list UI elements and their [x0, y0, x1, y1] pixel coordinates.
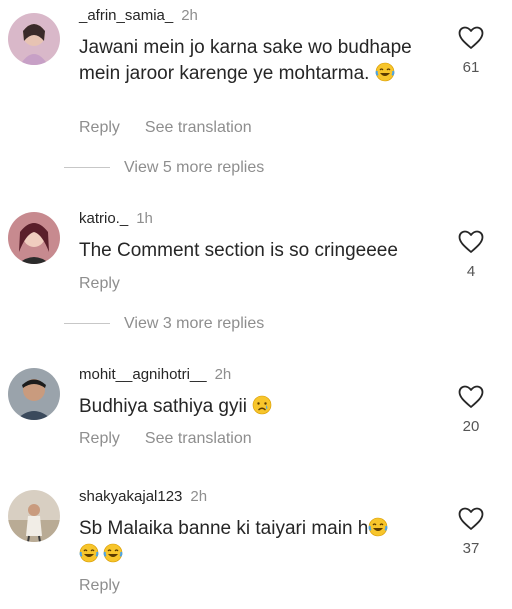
- like-count: 37: [462, 540, 480, 557]
- see-translation-button[interactable]: See translation: [145, 430, 252, 447]
- like-control: 4: [456, 230, 486, 280]
- username[interactable]: mohit__agnihotri__: [79, 366, 207, 383]
- laughing-tears-emoji-icon: [369, 517, 388, 537]
- reply-button[interactable]: Reply: [79, 430, 120, 447]
- heart-outline-icon[interactable]: [458, 507, 484, 531]
- comment-meta: _afrin_samia_ 2h: [79, 7, 198, 25]
- comment-meta: mohit__agnihotri__ 2h: [79, 366, 231, 384]
- view-more-replies[interactable]: View 5 more replies: [64, 159, 264, 177]
- timestamp: 1h: [136, 210, 153, 227]
- view-more-replies[interactable]: View 3 more replies: [64, 315, 264, 333]
- comment-text: The Comment section is so cringeeee: [79, 238, 419, 264]
- timestamp: 2h: [181, 7, 198, 24]
- like-count: 61: [462, 59, 480, 76]
- comment-body: Budhiya sathiya gyii: [79, 396, 247, 417]
- comment-text: Sb Malaika banne ki taiyari main h: [79, 516, 419, 568]
- laughing-tears-emoji-icon: [79, 543, 99, 563]
- reply-button[interactable]: Reply: [79, 119, 120, 136]
- avatar[interactable]: [8, 13, 60, 65]
- divider-line: [64, 323, 110, 325]
- avatar[interactable]: [8, 368, 60, 420]
- reply-button[interactable]: Reply: [79, 275, 120, 292]
- view-more-label[interactable]: View 5 more replies: [124, 159, 264, 176]
- comment-body: The Comment section is so cringeeee: [79, 240, 398, 261]
- comment-actions: Reply See translation: [79, 118, 252, 138]
- laughing-tears-emoji-icon: [375, 62, 395, 82]
- comment-text: Jawani mein jo karna sake wo budhape mei…: [79, 35, 419, 87]
- heart-outline-icon[interactable]: [458, 230, 484, 254]
- like-control: 61: [456, 26, 486, 76]
- heart-outline-icon[interactable]: [458, 385, 484, 409]
- comment-actions: Reply See translation: [79, 429, 252, 449]
- comment-text: Budhiya sathiya gyii: [79, 394, 419, 420]
- comment-body: Sb Malaika banne ki taiyari main h: [79, 518, 369, 539]
- divider-line: [64, 167, 110, 169]
- avatar[interactable]: [8, 490, 60, 542]
- timestamp: 2h: [214, 366, 232, 383]
- view-more-label[interactable]: View 3 more replies: [124, 315, 264, 332]
- like-control: 20: [456, 385, 486, 435]
- crying-emoji-icon: [252, 395, 272, 415]
- comment-meta: katrio._ 1h: [79, 210, 153, 228]
- comment-meta: shakyakajal123 2h: [79, 488, 207, 506]
- comment-body: Jawani mein jo karna sake wo budhape mei…: [79, 37, 412, 84]
- comment-actions: Reply: [79, 576, 120, 596]
- username[interactable]: katrio._: [79, 210, 128, 227]
- laughing-tears-emoji-icon: [103, 543, 123, 563]
- like-count: 20: [462, 418, 480, 435]
- like-control: 37: [456, 507, 486, 557]
- avatar[interactable]: [8, 212, 60, 264]
- timestamp: 2h: [190, 488, 208, 505]
- see-translation-button[interactable]: See translation: [145, 119, 252, 136]
- heart-outline-icon[interactable]: [458, 26, 484, 50]
- like-count: 4: [466, 263, 476, 280]
- comment-actions: Reply: [79, 274, 120, 294]
- username[interactable]: shakyakajal123: [79, 488, 182, 505]
- username[interactable]: _afrin_samia_: [79, 7, 173, 24]
- reply-button[interactable]: Reply: [79, 577, 120, 594]
